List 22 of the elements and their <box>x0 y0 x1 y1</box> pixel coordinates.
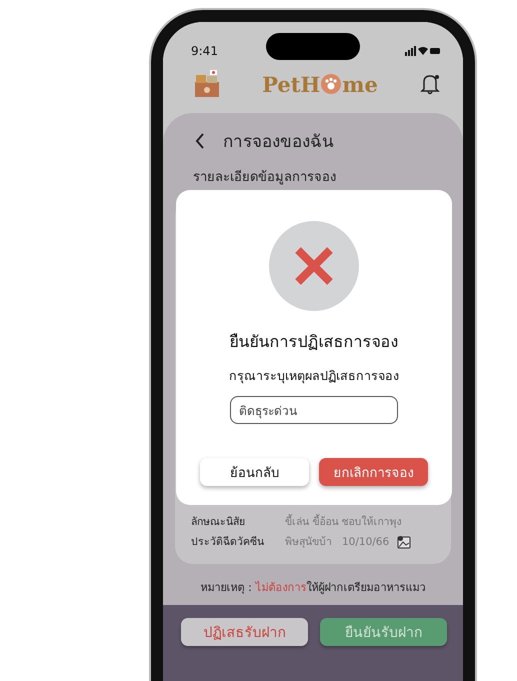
section-heading: รายละเอียดข้อมูลการจอง <box>192 168 337 187</box>
notification-bell-icon[interactable] <box>418 73 441 95</box>
image-attachment-icon[interactable] <box>397 534 412 548</box>
reason-field[interactable]: ติดธุระด่วน <box>230 396 398 424</box>
dialog-prompt: กรุณาระบุเหตุผลปฏิเสธการจอง <box>229 367 399 386</box>
back-button[interactable]: ย้อนกลับ <box>200 458 309 486</box>
confirm-button[interactable]: ยืนยันรับฝาก <box>320 618 447 646</box>
dialog-title: ยืนยันการปฏิเสธการจอง <box>230 331 398 353</box>
app-logo: PetH me <box>262 72 378 96</box>
detail-label: ประวัติฉีดวัคซีน <box>191 535 265 550</box>
booking-note: หมายเหตุ : ไม่ต้องการให้ผู้ฝากเตรียมอาหารแมว <box>200 580 426 596</box>
cats-in-box-icon <box>193 70 221 98</box>
status-time: 9:41 <box>191 44 218 58</box>
detail-value: พิษสุนัขบ้า <box>285 535 332 550</box>
detail-value: ขี้เล่น ขี้อ้อน ชอบให้เกาพุง <box>285 513 402 530</box>
cancel-booking-button[interactable]: ยกเลิกการจอง <box>319 458 428 486</box>
page-title: การจองของฉัน <box>223 131 334 154</box>
detail-date: 10/10/66 <box>342 536 390 548</box>
reject-button[interactable]: ปฏิเสธรับฝาก <box>181 618 308 646</box>
status-icons <box>405 46 441 56</box>
back-chevron-icon[interactable] <box>195 132 205 148</box>
detail-label: ลักษณะนิสัย <box>191 515 246 530</box>
